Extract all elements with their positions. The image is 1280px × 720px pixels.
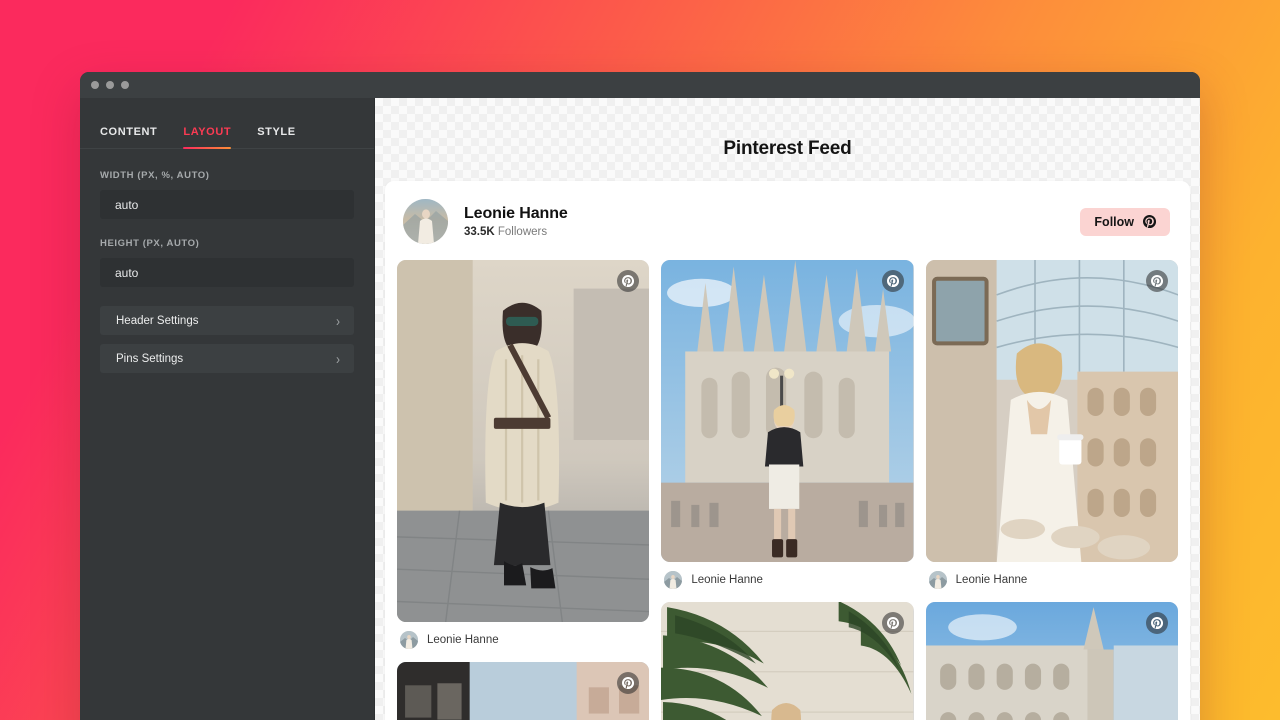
pin-save-badge[interactable] bbox=[1145, 612, 1168, 634]
pin-save-badge[interactable] bbox=[881, 270, 904, 292]
chevron-right-icon: › bbox=[336, 311, 340, 330]
pin-author-avatar bbox=[664, 571, 683, 589]
chevron-right-icon: › bbox=[336, 349, 340, 368]
height-field-label: HEIGHT (PX, AUTO) bbox=[100, 238, 200, 249]
preview-canvas: Pinterest Feed Leonie Hanne 33.5K Follow… bbox=[375, 98, 1200, 720]
followers-count: 33.5K Followers bbox=[464, 226, 1080, 238]
app-body: CONTENT LAYOUT STYLE WIDTH (PX, %, AUTO)… bbox=[80, 98, 1200, 720]
pin-card[interactable]: Leonie Hanne bbox=[661, 260, 914, 591]
pin-image[interactable] bbox=[397, 662, 650, 720]
pins-column: Leonie Hanne bbox=[397, 260, 650, 720]
header-settings-label: Header Settings bbox=[116, 314, 199, 327]
tab-content[interactable]: CONTENT bbox=[100, 126, 157, 148]
width-field-label: WIDTH (PX, %, AUTO) bbox=[100, 170, 210, 181]
settings-sidebar: CONTENT LAYOUT STYLE WIDTH (PX, %, AUTO)… bbox=[80, 98, 375, 720]
pin-author-avatar-image bbox=[664, 571, 683, 589]
profile-name: Leonie Hanne bbox=[464, 205, 568, 222]
pin-author-avatar bbox=[400, 631, 418, 649]
app-window: CONTENT LAYOUT STYLE WIDTH (PX, %, AUTO)… bbox=[80, 72, 1200, 720]
screenshot-root: CONTENT LAYOUT STYLE WIDTH (PX, %, AUTO)… bbox=[0, 0, 1280, 720]
avatar-image bbox=[403, 199, 448, 244]
pin-author-row: Leonie Hanne bbox=[661, 562, 913, 591]
pin-photo bbox=[925, 260, 1178, 562]
pin-author-row: Leonie Hanne bbox=[926, 562, 1178, 591]
pin-author-row: Leonie Hanne bbox=[397, 622, 649, 651]
tab-style[interactable]: STYLE bbox=[257, 126, 295, 148]
pin-save-badge[interactable] bbox=[881, 612, 904, 634]
pinterest-icon bbox=[886, 275, 899, 287]
followers-number: 33.5K bbox=[464, 226, 495, 238]
pin-photo bbox=[661, 260, 914, 562]
pin-author-avatar-image bbox=[928, 571, 947, 589]
pinterest-icon bbox=[622, 677, 635, 689]
pin-photo bbox=[397, 662, 650, 720]
pin-image[interactable] bbox=[925, 602, 1178, 720]
page-title: Pinterest Feed bbox=[723, 138, 852, 159]
pinterest-icon bbox=[1150, 275, 1163, 287]
pins-settings-row[interactable]: Pins Settings › bbox=[100, 344, 354, 373]
sidebar-tabs: CONTENT LAYOUT STYLE bbox=[80, 98, 374, 149]
pin-image[interactable] bbox=[661, 260, 914, 562]
pin-image[interactable] bbox=[925, 260, 1178, 562]
follow-button[interactable]: Follow bbox=[1080, 207, 1170, 236]
pin-save-badge[interactable] bbox=[1145, 270, 1168, 292]
pin-card[interactable]: Leonie Hanne bbox=[397, 260, 650, 651]
follow-button-label: Follow bbox=[1094, 214, 1134, 229]
pin-image[interactable] bbox=[397, 260, 650, 622]
header-settings-row[interactable]: Header Settings › bbox=[100, 306, 354, 335]
avatar bbox=[403, 199, 448, 244]
pins-grid: Leonie Hanne Leonie Hanne Leonie Hanne bbox=[385, 260, 1190, 720]
pin-card[interactable] bbox=[661, 602, 914, 720]
height-input[interactable]: auto bbox=[100, 258, 354, 287]
pin-card[interactable] bbox=[397, 662, 650, 720]
pinterest-icon bbox=[1143, 215, 1156, 228]
width-input[interactable]: auto bbox=[100, 190, 354, 219]
profile-text: Leonie Hanne 33.5K Followers bbox=[464, 205, 1080, 238]
pins-column: Leonie Hanne bbox=[661, 260, 914, 720]
pin-photo bbox=[925, 602, 1178, 720]
pin-author-name: Leonie Hanne bbox=[691, 574, 763, 586]
pin-author-name: Leonie Hanne bbox=[955, 574, 1028, 586]
window-close-dot[interactable] bbox=[91, 81, 99, 89]
followers-label: Followers bbox=[497, 226, 548, 238]
pinterest-icon bbox=[622, 275, 635, 287]
pin-photo bbox=[397, 260, 650, 622]
pin-author-avatar bbox=[928, 571, 947, 589]
pin-card[interactable]: Leonie Hanne bbox=[925, 260, 1178, 591]
window-minimize-dot[interactable] bbox=[106, 81, 114, 89]
pin-photo bbox=[661, 602, 914, 720]
pinterest-icon bbox=[1150, 617, 1163, 629]
pin-author-avatar-image bbox=[400, 631, 418, 649]
window-titlebar bbox=[80, 72, 1200, 98]
layout-panel: WIDTH (PX, %, AUTO) auto HEIGHT (PX, AUT… bbox=[80, 149, 374, 373]
pin-image[interactable] bbox=[661, 602, 914, 720]
pins-column: Leonie Hanne bbox=[925, 260, 1178, 720]
window-maximize-dot[interactable] bbox=[121, 81, 129, 89]
pin-card[interactable] bbox=[925, 602, 1178, 720]
pinterest-icon bbox=[886, 617, 899, 629]
tab-layout[interactable]: LAYOUT bbox=[183, 126, 232, 149]
profile-header: Leonie Hanne 33.5K Followers Follow bbox=[385, 181, 1190, 260]
pins-settings-label: Pins Settings bbox=[116, 352, 184, 365]
pin-author-name: Leonie Hanne bbox=[427, 634, 499, 646]
pinterest-feed-widget: Leonie Hanne 33.5K Followers Follow Leon… bbox=[385, 181, 1190, 720]
